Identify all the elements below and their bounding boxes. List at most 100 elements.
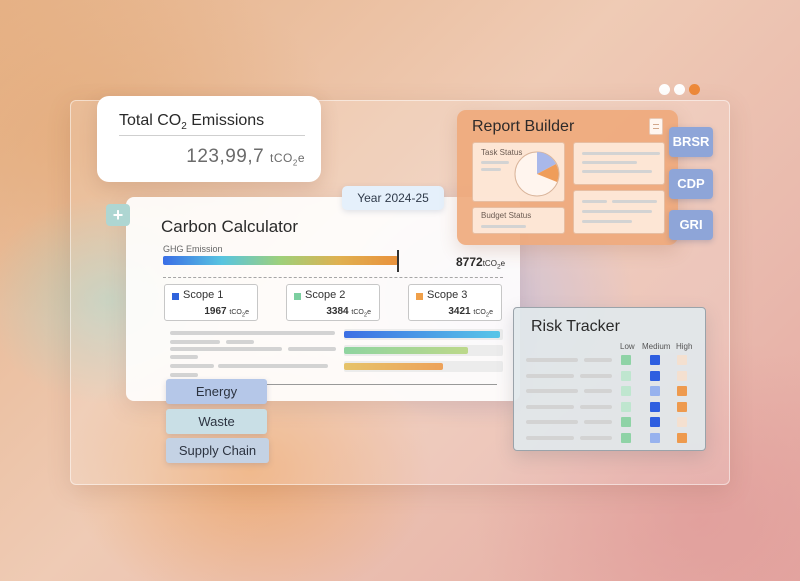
scope-2-swatch (294, 293, 301, 300)
risk-row-label (526, 373, 574, 378)
risk-header-medium: Medium (642, 342, 671, 351)
year-selector[interactable]: Year 2024-25 (342, 186, 444, 210)
total-emissions-value: 123,99,7 tCO2e (186, 146, 305, 168)
cdp-tag[interactable]: CDP (669, 169, 713, 199)
document-icon[interactable] (649, 118, 663, 135)
unit-label: tCO2e (270, 151, 305, 168)
placeholder-line (170, 355, 198, 359)
risk-tracker-title: Risk Tracker (531, 318, 620, 335)
task-status-panel[interactable]: Task Status (472, 142, 565, 202)
risk-row-label (526, 358, 578, 362)
scope-3-label: Scope 3 (427, 289, 468, 301)
scope-2-card[interactable]: Scope 2 3384 tCO2e (286, 284, 380, 321)
placeholder-line (170, 347, 282, 351)
ghg-emission-label: GHG Emission (163, 244, 223, 254)
risk-cell-high[interactable] (677, 432, 687, 443)
risk-cell-high[interactable] (677, 370, 687, 381)
placeholder-line (288, 347, 336, 351)
placeholder-line (582, 210, 652, 213)
placeholder-line (481, 168, 501, 171)
placeholder-line (582, 170, 652, 173)
placeholder-line (226, 340, 254, 344)
budget-panel-right[interactable] (573, 190, 665, 234)
placeholder-line (170, 373, 198, 377)
dashed-divider (163, 277, 503, 278)
risk-cell-high[interactable] (677, 355, 687, 365)
risk-row-label (580, 435, 612, 440)
task-panel-right[interactable] (573, 142, 665, 185)
risk-cell-low[interactable] (621, 417, 631, 427)
risk-cell-low[interactable] (621, 401, 631, 412)
progress-fill-3 (344, 363, 443, 370)
placeholder-line (170, 364, 214, 368)
risk-row-label (526, 389, 578, 393)
scope-1-value: 1967 tCO2e (204, 306, 249, 319)
placeholder-line (170, 340, 220, 344)
scope-3-value: 3421 tCO2e (448, 306, 493, 319)
scope-3-card[interactable]: Scope 3 3421 tCO2e (408, 284, 502, 321)
risk-cell-low[interactable] (621, 386, 631, 396)
budget-status-panel[interactable]: Budget Status (472, 207, 565, 234)
ghg-emission-marker[interactable] (397, 250, 399, 272)
waste-button[interactable]: Waste (166, 409, 267, 434)
scope-3-swatch (416, 293, 423, 300)
progress-track-1 (344, 329, 503, 340)
supply-chain-button[interactable]: Supply Chain (166, 438, 269, 463)
total-emissions-title: Total CO2 Emissions (119, 112, 265, 133)
placeholder-line (582, 220, 632, 223)
risk-row-label (584, 358, 612, 362)
risk-cell-medium[interactable] (650, 417, 660, 427)
progress-fill-2 (344, 347, 469, 354)
scope-1-swatch (172, 293, 179, 300)
carbon-calculator-title: Carbon Calculator (161, 217, 299, 236)
risk-cell-high[interactable] (677, 386, 687, 396)
placeholder-line (582, 161, 637, 164)
total-emissions-card: Total CO2 Emissions 123,99,7 tCO2e (97, 96, 321, 182)
progress-fill-1 (344, 331, 500, 338)
risk-cell-medium[interactable] (650, 355, 660, 365)
placeholder-line (481, 161, 509, 164)
scope-1-card[interactable]: Scope 1 1967 tCO2e (164, 284, 258, 321)
risk-row-label (584, 420, 612, 424)
risk-row-label (580, 373, 612, 378)
placeholder-line (218, 364, 328, 368)
risk-cell-low[interactable] (621, 370, 631, 381)
risk-row-label (580, 404, 612, 409)
placeholder-line (582, 200, 607, 203)
gri-tag[interactable]: GRI (669, 210, 713, 240)
risk-row-label (526, 420, 578, 424)
risk-row-label (526, 435, 574, 440)
risk-cell-low[interactable] (621, 355, 631, 365)
risk-cell-medium[interactable] (650, 386, 660, 396)
divider (119, 135, 305, 136)
window-dot-1[interactable] (659, 84, 670, 95)
scope-2-label: Scope 2 (305, 289, 346, 301)
budget-status-label: Budget Status (481, 211, 532, 220)
scope-2-value: 3384 tCO2e (326, 306, 371, 319)
brsr-tag[interactable]: BRSR (669, 127, 713, 157)
risk-cell-high[interactable] (677, 401, 687, 412)
risk-row-label (584, 389, 612, 393)
placeholder-line (582, 152, 660, 155)
window-dot-3[interactable] (689, 84, 700, 95)
risk-cell-medium[interactable] (650, 401, 660, 412)
energy-button[interactable]: Energy (166, 379, 267, 404)
risk-cell-medium[interactable] (650, 370, 660, 381)
scope-1-label: Scope 1 (183, 289, 224, 301)
risk-cell-high[interactable] (677, 417, 687, 427)
risk-cell-low[interactable] (621, 432, 631, 443)
risk-header-low: Low (620, 342, 635, 351)
progress-track-3 (344, 361, 503, 372)
risk-row-label (526, 404, 574, 409)
ghg-emission-value: 8772tCO2e (456, 255, 506, 271)
placeholder-line (481, 225, 526, 228)
risk-header-high: High (676, 342, 693, 351)
placeholder-line (170, 331, 335, 335)
task-status-pie (514, 151, 560, 197)
risk-cell-medium[interactable] (650, 432, 660, 443)
ghg-emission-bar (163, 256, 398, 265)
add-icon[interactable]: + (106, 204, 130, 226)
report-builder-title: Report Builder (472, 118, 575, 135)
window-dot-2[interactable] (674, 84, 685, 95)
progress-track-2 (344, 345, 503, 356)
